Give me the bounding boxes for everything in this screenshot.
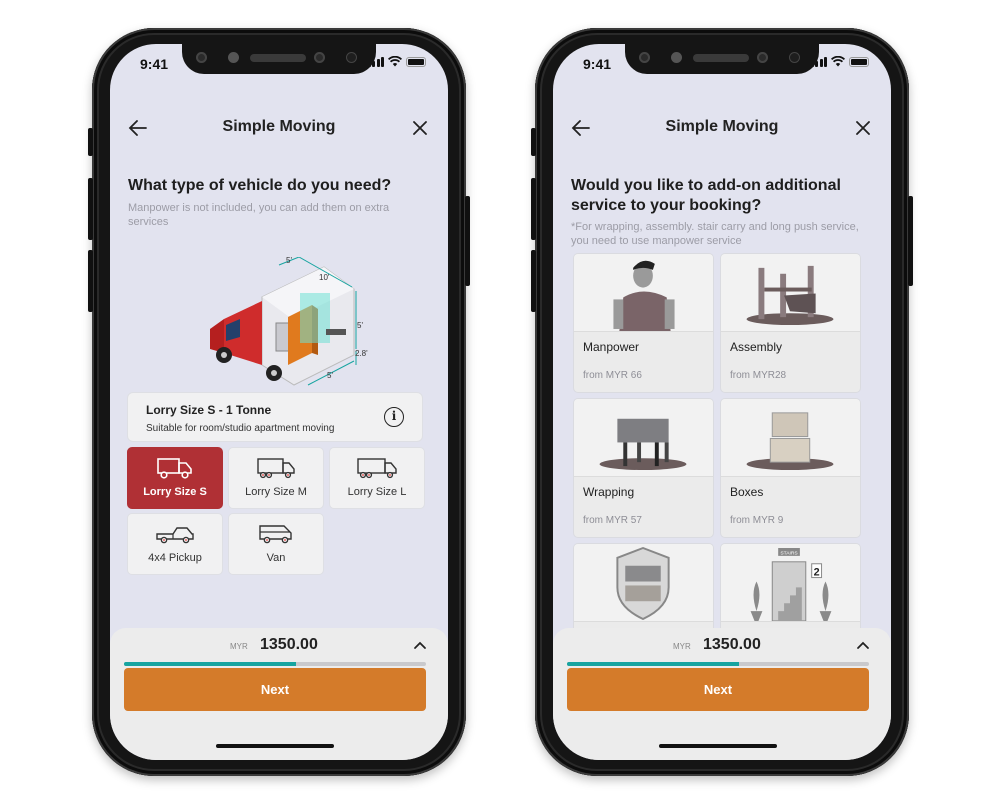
service-price: from MYR 9	[730, 515, 784, 526]
chevron-up-icon[interactable]	[855, 637, 871, 653]
power-button	[465, 196, 470, 286]
question-subtext: Manpower is not included, you can add th…	[128, 202, 390, 228]
service-card-assembly[interactable]: Assembly from MYR28	[720, 253, 861, 393]
stair-carry-illustration: STAIRS 2	[750, 547, 832, 622]
service-card-manpower[interactable]: Manpower from MYR 66	[573, 253, 714, 393]
service-card-wrapping[interactable]: Wrapping from MYR 57	[573, 398, 714, 538]
wrapping-illustration	[599, 418, 687, 471]
nav-bar: Simple Moving	[110, 114, 448, 144]
vehicle-label: 4x4 Pickup	[148, 552, 202, 564]
vehicle-options: Lorry Size S Lorry Size M Lorry Size L 4…	[127, 447, 425, 575]
notch	[625, 44, 819, 74]
vehicle-label: Lorry Size S	[143, 486, 207, 498]
vehicle-option-pickup[interactable]: 4x4 Pickup	[127, 513, 223, 575]
service-price: from MYR 57	[583, 515, 642, 526]
price-footer: MYR 1350.00 Next	[553, 628, 891, 760]
notch	[182, 44, 376, 74]
vehicle-option-van[interactable]: Van	[228, 513, 324, 575]
home-indicator[interactable]	[216, 744, 334, 748]
lorry-dimensions-illustration	[210, 257, 357, 386]
booking-progress-bar	[567, 662, 869, 666]
truck-small-icon	[157, 458, 192, 479]
service-name: Manpower	[583, 340, 640, 354]
truck-medium-icon	[257, 458, 295, 479]
close-icon[interactable]	[851, 116, 875, 140]
battery-icon	[406, 56, 426, 67]
progress-fill	[124, 662, 297, 666]
vehicle-option-lorry-m[interactable]: Lorry Size M	[228, 447, 324, 509]
price-footer: MYR 1350.00 Next	[110, 628, 448, 760]
pickup-icon	[156, 527, 194, 544]
nav-bar: Simple Moving	[553, 114, 891, 144]
volume-up-button	[88, 178, 93, 240]
booking-progress-bar	[124, 662, 426, 666]
status-time: 9:41	[140, 56, 169, 72]
question-heading: Would you like to add-on additional serv…	[571, 177, 841, 214]
service-price: from MYR 66	[583, 370, 642, 381]
next-button[interactable]: Next	[567, 668, 869, 711]
addon-services: Manpower from MYR 66 Assembly from MYR28	[573, 253, 861, 683]
progress-fill	[567, 662, 740, 666]
battery-icon	[849, 56, 869, 67]
volume-down-button	[531, 250, 536, 312]
question-subtext: *For wrapping, assembly. stair carry and…	[571, 221, 859, 247]
total-amount: 1350.00	[703, 636, 761, 653]
power-button	[908, 196, 913, 286]
vehicle-option-lorry-l[interactable]: Lorry Size L	[329, 447, 425, 509]
wifi-icon	[831, 56, 845, 67]
manpower-illustration	[613, 260, 675, 331]
screen: 9:41 Simple Moving What type of vehicle …	[110, 44, 448, 760]
question-heading: What type of vehicle do you need?	[128, 177, 392, 194]
dimension-label-width-top: 5'	[286, 256, 292, 265]
selected-vehicle-title: Lorry Size S - 1 Tonne	[146, 403, 272, 417]
vehicle-option-lorry-s[interactable]: Lorry Size S	[127, 447, 223, 509]
service-name: Wrapping	[583, 485, 635, 499]
vehicle-label: Van	[266, 552, 286, 564]
close-icon[interactable]	[408, 116, 432, 140]
level-number: 2	[814, 567, 820, 579]
dimension-label-width-bottom: 5'	[327, 371, 333, 380]
dimension-label-length: 10'	[319, 273, 330, 282]
page-title: Simple Moving	[222, 118, 336, 135]
selected-vehicle-card: Lorry Size S - 1 Tonne Suitable for room…	[127, 392, 423, 442]
phone-addon-services: 9:41 Simple Moving Would you like to add…	[531, 28, 913, 776]
mute-switch	[88, 128, 93, 156]
van-icon	[259, 525, 292, 544]
service-card-boxes[interactable]: Boxes from MYR 9	[720, 398, 861, 538]
chevron-up-icon[interactable]	[412, 637, 428, 653]
phone-vehicle-selection: 9:41 Simple Moving What type of vehicle …	[88, 28, 470, 776]
vehicle-label: Lorry Size M	[245, 486, 307, 498]
status-icons	[367, 56, 426, 67]
volume-up-button	[531, 178, 536, 240]
mute-switch	[531, 128, 536, 156]
info-icon[interactable]: i	[384, 407, 404, 427]
currency-label: MYR	[230, 642, 248, 651]
boxes-illustration	[746, 412, 834, 471]
service-name: Assembly	[730, 340, 783, 354]
service-price: from MYR28	[730, 370, 787, 381]
next-button[interactable]: Next	[124, 668, 426, 711]
currency-label: MYR	[673, 642, 691, 651]
vehicle-label: Lorry Size L	[347, 486, 407, 498]
service-name: Boxes	[730, 485, 764, 499]
selected-vehicle-description: Suitable for room/studio apartment movin…	[146, 423, 335, 434]
truck-large-icon	[357, 458, 397, 479]
status-time: 9:41	[583, 56, 612, 72]
status-icons	[810, 56, 869, 67]
home-indicator[interactable]	[659, 744, 777, 748]
stairs-sign: STAIRS	[780, 550, 798, 556]
dimension-label-height: 5'	[357, 321, 363, 330]
total-amount: 1350.00	[260, 636, 318, 653]
insurance-shield-illustration	[616, 546, 670, 621]
page-title: Simple Moving	[665, 118, 779, 135]
dimension-label-floor-height: 2.8'	[355, 349, 368, 358]
wifi-icon	[388, 56, 402, 67]
assembly-illustration	[746, 265, 834, 326]
volume-down-button	[88, 250, 93, 312]
screen: 9:41 Simple Moving Would you like to add…	[553, 44, 891, 760]
